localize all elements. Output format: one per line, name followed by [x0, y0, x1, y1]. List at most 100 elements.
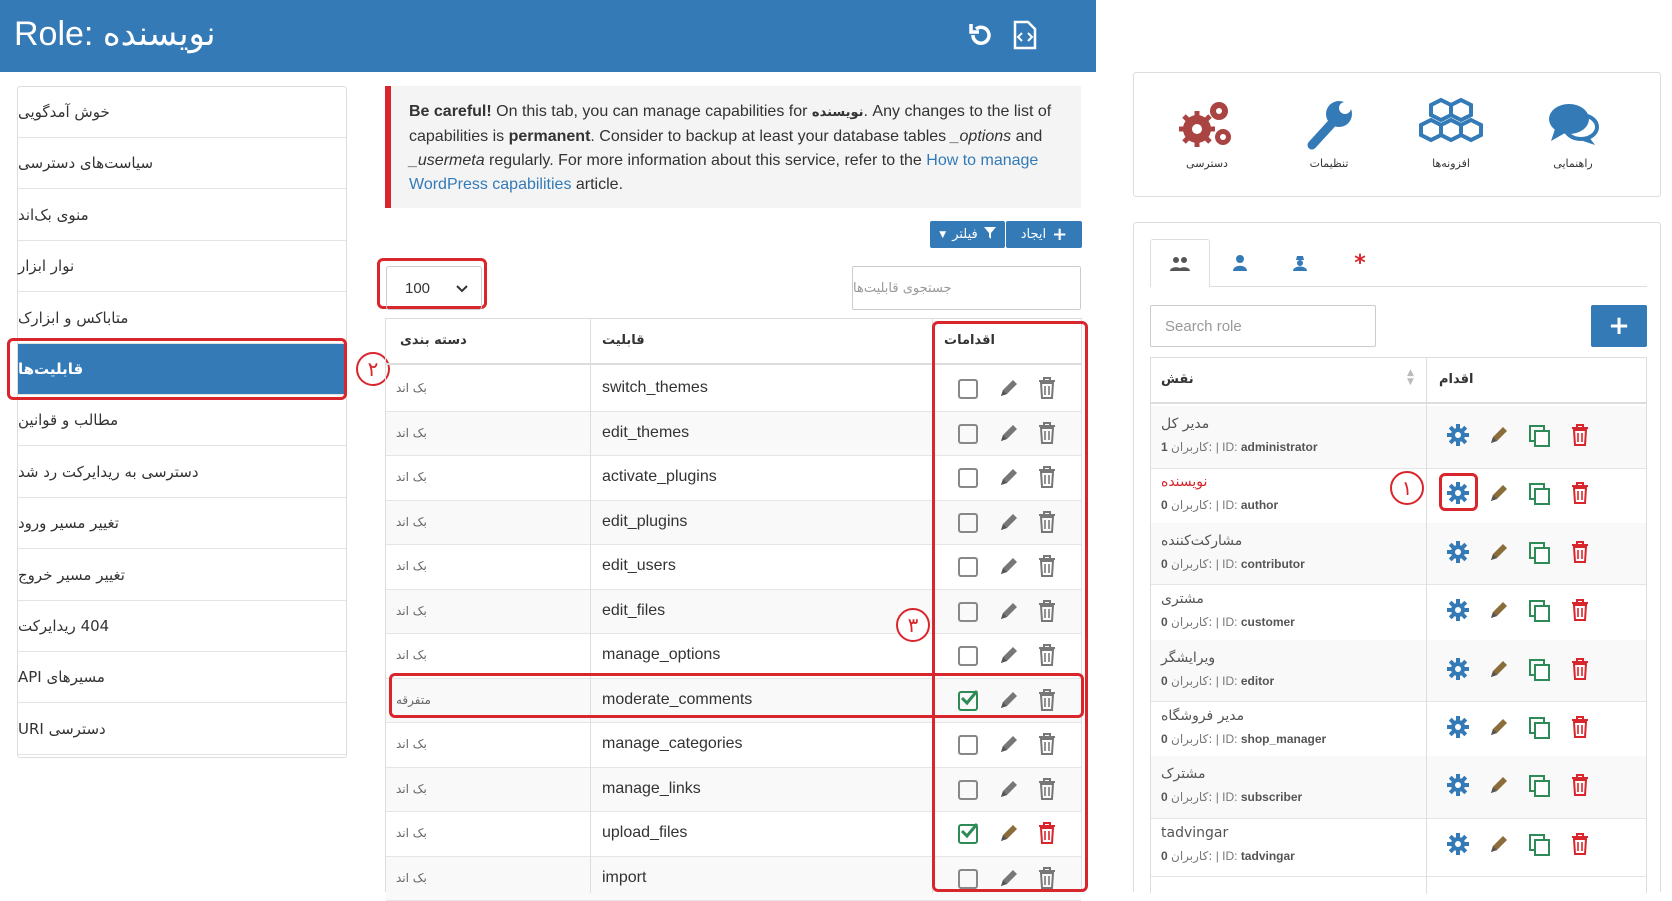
menu-item[interactable]: API مسیرهای — [18, 652, 346, 703]
role-edit-icon[interactable] — [1488, 541, 1514, 567]
menu-item[interactable]: سیاست‌های دسترسی — [18, 138, 346, 189]
sort-icon[interactable]: ▲▼ — [1407, 369, 1414, 387]
menu-item[interactable]: دسترسی به ریدایرکت رد شد — [18, 447, 346, 498]
menu-item-label: تغییر مسیر خروج — [18, 566, 326, 584]
role-name: مشترک — [1161, 766, 1205, 782]
role-name: مدیر فروشگاه — [1161, 708, 1244, 724]
role-delete-icon[interactable] — [1571, 658, 1597, 684]
menu-item-label: API مسیرهای — [18, 668, 326, 686]
role-delete-icon[interactable] — [1571, 482, 1597, 508]
list-item[interactable]: مشترک0 کاربران: | ID: subscriber — [1151, 756, 1646, 819]
role-settings-icon[interactable] — [1447, 716, 1473, 742]
warning-box: Be careful! On this tab, you can manage … — [385, 86, 1081, 208]
list-item[interactable]: مشارکت‌کننده0 کاربران: | ID: contributor — [1151, 523, 1646, 586]
role-clone-icon[interactable] — [1528, 541, 1554, 567]
asterisk-icon: * — [1354, 251, 1366, 276]
wrench-icon — [1274, 91, 1384, 157]
tab-roles[interactable] — [1150, 239, 1210, 287]
tool-settings[interactable]: تنظیمات — [1274, 91, 1384, 170]
role-settings-icon[interactable] — [1447, 541, 1473, 567]
role-clone-icon[interactable] — [1528, 774, 1554, 800]
role-settings-icon[interactable] — [1447, 774, 1473, 800]
menu-item-label: خوش آمدگویی — [18, 103, 326, 121]
role-delete-icon[interactable] — [1571, 541, 1597, 567]
tools-panel: دسترسی تنظیمات افزونه‌ها راهنمایی — [1133, 72, 1661, 197]
role-clone-icon[interactable] — [1528, 424, 1554, 450]
role-meta: 0 کاربران: | ID: tadvingar — [1161, 849, 1295, 863]
menu-item-label: دسترسی به ریدایرکت رد شد — [18, 463, 326, 481]
menu-item[interactable]: 404 ریدایرکت — [18, 601, 346, 652]
role-edit-icon[interactable] — [1488, 424, 1514, 450]
header-action: اقدام — [1439, 372, 1473, 387]
highlight-actions-column — [932, 321, 1088, 892]
list-item[interactable]: مشتری 0 کاربران: | ID: customer — [1151, 581, 1646, 644]
role-delete-icon[interactable] — [1571, 424, 1597, 450]
menu-item[interactable]: URI دسترسی — [18, 704, 346, 755]
capability-category: بک اند — [396, 381, 427, 395]
role-delete-icon[interactable] — [1571, 774, 1597, 800]
add-role-button[interactable]: + — [1591, 305, 1647, 347]
role-clone-icon[interactable] — [1528, 658, 1554, 684]
tool-access[interactable]: دسترسی — [1152, 91, 1262, 170]
role-edit-icon[interactable] — [1488, 599, 1514, 625]
menu-item-label: مطالب و قوانین — [18, 411, 326, 429]
list-item[interactable]: مدیر فروشگاه0 کاربران: | ID: shop_manage… — [1151, 698, 1646, 761]
menu-item[interactable]: نوار ابزار — [18, 241, 346, 292]
capability-category: بک اند — [396, 648, 427, 662]
role-settings-icon[interactable] — [1447, 658, 1473, 684]
role-meta: 0 کاربران: | ID: customer — [1161, 615, 1295, 629]
role-meta: 0 کاربران: | ID: contributor — [1161, 557, 1305, 571]
tab-visitors[interactable] — [1270, 239, 1330, 287]
role-delete-icon[interactable] — [1571, 599, 1597, 625]
role-delete-icon[interactable] — [1571, 833, 1597, 859]
role-edit-icon[interactable] — [1488, 482, 1514, 508]
role-clone-icon[interactable] — [1528, 716, 1554, 742]
menu-item[interactable]: خوش آمدگویی — [18, 87, 346, 138]
menu-item[interactable]: تغییر مسیر ورود — [18, 498, 346, 549]
capability-category: بک اند — [396, 826, 427, 840]
users-icon — [1170, 256, 1190, 272]
tab-default[interactable]: * — [1330, 239, 1390, 287]
role-delete-icon[interactable] — [1571, 716, 1597, 742]
role-clone-icon[interactable] — [1528, 599, 1554, 625]
role-clone-icon[interactable] — [1528, 482, 1554, 508]
role-name: مشتری — [1161, 591, 1204, 607]
list-item[interactable]: tadvingar0 کاربران: | ID: tadvingar — [1151, 815, 1646, 878]
chat-icon — [1518, 91, 1628, 157]
role-settings-icon[interactable] — [1447, 833, 1473, 859]
header-capability: قابلیت — [602, 333, 645, 348]
capability-name: activate_plugins — [602, 468, 717, 486]
tool-help[interactable]: راهنمایی — [1518, 91, 1628, 170]
create-button[interactable]: + ایجاد — [1006, 221, 1082, 248]
role-search-input[interactable]: Search role — [1150, 305, 1376, 347]
reset-icon[interactable] — [964, 18, 998, 52]
menu-item[interactable]: متاباکس و ابزارک — [18, 293, 346, 344]
role-edit-icon[interactable] — [1488, 833, 1514, 859]
highlight-moderate-comments-row — [389, 673, 1084, 718]
menu-item-label: منوی بک‌اند — [18, 206, 326, 224]
menu-item[interactable]: تغییر مسیر خروج — [18, 550, 346, 601]
chevron-down-icon — [455, 284, 469, 294]
capability-category: بک اند — [396, 604, 427, 618]
capability-search-input[interactable]: جستجوی قابلیت‌ها — [852, 266, 1081, 310]
list-item[interactable]: مدیر کل1 کاربران: | ID: administrator — [1151, 406, 1646, 469]
tool-addons[interactable]: افزونه‌ها — [1396, 91, 1506, 170]
role-edit-icon[interactable] — [1488, 716, 1514, 742]
menu-item-label: تغییر مسیر ورود — [18, 514, 326, 532]
menu-item[interactable]: مطالب و قوانین — [18, 395, 346, 446]
export-icon[interactable] — [1008, 18, 1042, 52]
page-size-select[interactable]: 100 — [386, 266, 482, 310]
role-edit-icon[interactable] — [1488, 774, 1514, 800]
menu-item-label: نوار ابزار — [18, 257, 326, 275]
filter-button[interactable]: فیلتر ▼ — [930, 221, 1005, 248]
role-settings-icon[interactable] — [1447, 424, 1473, 450]
capability-name: import — [602, 869, 646, 887]
tab-users[interactable] — [1210, 239, 1270, 287]
list-item[interactable]: ویرایشگر0 کاربران: | ID: editor — [1151, 640, 1646, 703]
role-edit-icon[interactable] — [1488, 658, 1514, 684]
role-clone-icon[interactable] — [1528, 833, 1554, 859]
role-settings-icon[interactable] — [1447, 599, 1473, 625]
menu-item[interactable]: منوی بک‌اند — [18, 190, 346, 241]
role-meta: 1 کاربران: | ID: administrator — [1161, 440, 1318, 454]
roles-panel: * Search role + نقش ▲▼ اقدام مدیر کل1 کا… — [1133, 222, 1661, 892]
